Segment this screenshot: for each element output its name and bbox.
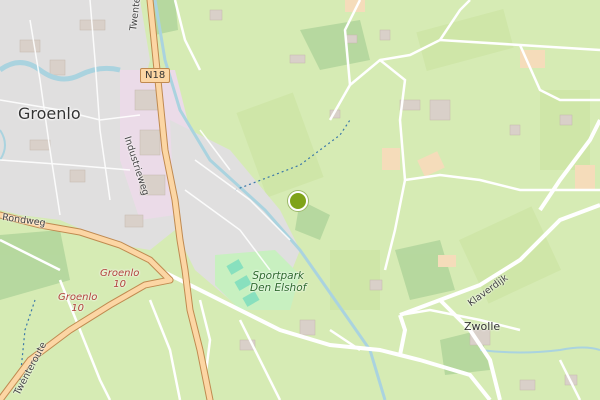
map-canvas[interactable]: N18 Groenlo Industrieweg Twenteroute Ron… — [0, 0, 600, 400]
n18-road-shield: N18 — [140, 68, 171, 83]
location-marker-icon[interactable] — [288, 191, 308, 211]
